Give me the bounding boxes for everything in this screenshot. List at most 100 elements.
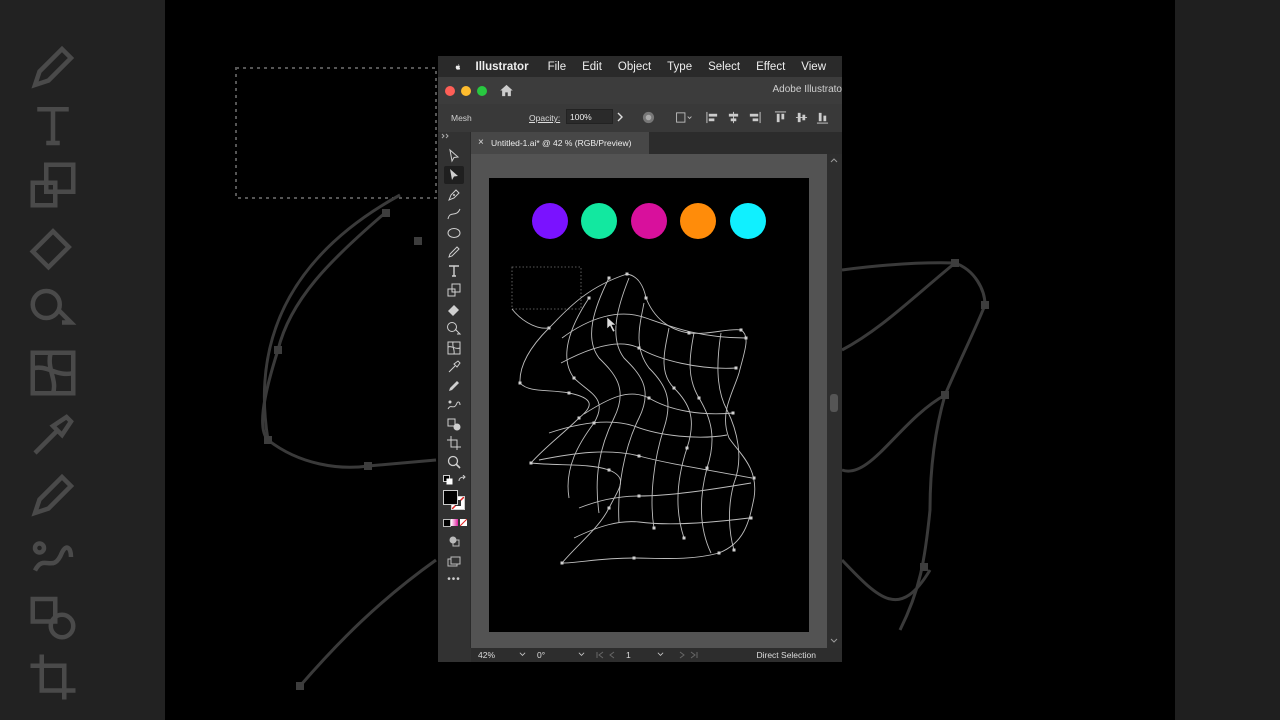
pencil-icon — [22, 40, 84, 94]
menu-type[interactable]: Type — [667, 61, 692, 73]
eyedropper-icon — [22, 408, 84, 462]
draw-mode-icon[interactable] — [448, 535, 460, 547]
artboard[interactable] — [489, 178, 809, 632]
cyan-circle[interactable] — [730, 203, 766, 239]
more-tools-button[interactable]: ••• — [438, 574, 470, 585]
align-right-icon[interactable] — [748, 111, 761, 124]
screen-mode-icon[interactable] — [447, 556, 461, 568]
pencil-tool[interactable] — [446, 244, 462, 260]
scale-icon — [22, 158, 84, 212]
menu-view[interactable]: View — [801, 61, 826, 73]
selection-mode-label: Mesh — [451, 113, 472, 123]
close-window-button[interactable] — [445, 86, 455, 96]
mesh-anchor-points[interactable] — [518, 272, 756, 565]
canvas-area[interactable] — [471, 154, 827, 648]
orange-circle[interactable] — [680, 203, 716, 239]
type-icon — [22, 98, 84, 152]
artwork[interactable] — [489, 178, 809, 632]
scale-tool[interactable] — [446, 282, 462, 298]
green-circle[interactable] — [581, 203, 617, 239]
zoom-dropdown-icon[interactable] — [519, 651, 526, 658]
eyedropper-tool[interactable] — [446, 359, 462, 375]
vertical-scrollbar[interactable] — [827, 154, 842, 648]
fill-stroke-swatch[interactable] — [443, 490, 465, 510]
direct-selection-tool[interactable] — [446, 148, 462, 164]
align-to-icon[interactable] — [675, 111, 693, 124]
menu-bar: Illustrator File Edit Object Type Select… — [438, 56, 842, 77]
rotation-dropdown-icon[interactable] — [578, 651, 585, 658]
color-mode-color[interactable] — [443, 519, 451, 527]
color-mode-none[interactable] — [460, 519, 467, 526]
background-tool-icons — [0, 0, 110, 720]
status-bar: 42% 0° 1 Direct Selection — [471, 648, 842, 662]
color-mode-buttons — [443, 519, 467, 527]
swap-fill-stroke-icon[interactable] — [457, 475, 467, 485]
home-icon[interactable] — [499, 83, 514, 98]
current-tool-name[interactable]: Direct Selection — [756, 650, 816, 660]
menu-app-name[interactable]: Illustrator — [476, 61, 529, 73]
close-tab-button[interactable]: × — [478, 137, 484, 148]
shape-builder-tool[interactable] — [446, 320, 462, 336]
menu-select[interactable]: Select — [708, 61, 740, 73]
tools-panel: ••• — [438, 132, 471, 648]
collapse-panel-icon[interactable] — [441, 133, 449, 139]
shape-builder-icon — [22, 282, 84, 336]
minimize-window-button[interactable] — [461, 86, 471, 96]
window-title: Adobe Illustrato — [772, 84, 843, 95]
control-bar: Mesh Opacity: 100% — [438, 104, 842, 133]
document-tab-title[interactable]: Untitled-1.ai* @ 42 % (RGB/Preview) — [491, 138, 631, 148]
artboard-icon — [22, 650, 84, 704]
window-titlebar: Adobe Illustrato — [438, 77, 842, 104]
fill-swatch[interactable] — [443, 490, 458, 505]
mouse-cursor-icon — [606, 316, 617, 333]
opacity-label[interactable]: Opacity: — [529, 113, 560, 123]
artboard-tool[interactable] — [446, 435, 462, 451]
next-last-artboard-icon[interactable] — [672, 651, 698, 659]
chevron-right-icon[interactable] — [616, 112, 624, 122]
zoom-level[interactable]: 42% — [478, 650, 495, 660]
group-selection-tool[interactable] — [444, 166, 464, 184]
zoom-window-button[interactable] — [477, 86, 487, 96]
envelope-mesh[interactable] — [511, 273, 756, 564]
eraser-icon — [22, 220, 84, 274]
mesh-tool[interactable] — [446, 340, 462, 356]
opacity-field[interactable]: 100% — [566, 109, 613, 124]
curvature-tool[interactable] — [446, 206, 462, 222]
puppet-warp-icon — [22, 530, 84, 584]
scrollbar-thumb[interactable] — [830, 394, 838, 412]
menu-file[interactable]: File — [548, 61, 567, 73]
menu-effect[interactable]: Effect — [756, 61, 785, 73]
ellipse-tool[interactable] — [446, 225, 462, 241]
first-prev-artboard-icon[interactable] — [596, 651, 622, 659]
illustrator-window: Illustrator File Edit Object Type Select… — [438, 56, 842, 662]
apple-icon[interactable] — [455, 60, 462, 74]
marquee-selection — [511, 266, 582, 310]
align-middle-icon[interactable] — [795, 111, 808, 124]
scroll-up-icon[interactable] — [830, 157, 838, 163]
pen-tool[interactable] — [446, 187, 462, 203]
align-left-icon[interactable] — [706, 111, 719, 124]
recolor-artwork-icon[interactable] — [642, 111, 655, 124]
type-tool[interactable] — [446, 263, 462, 279]
scroll-down-icon[interactable] — [830, 638, 838, 644]
magenta-circle[interactable] — [631, 203, 667, 239]
document-tab[interactable]: × Untitled-1.ai* @ 42 % (RGB/Preview) — [471, 132, 649, 154]
purple-circle[interactable] — [532, 203, 568, 239]
rotation-angle[interactable]: 0° — [537, 650, 545, 660]
artboard-dropdown-icon[interactable] — [657, 651, 664, 658]
zoom-tool[interactable] — [446, 454, 462, 470]
align-bottom-icon[interactable] — [816, 111, 829, 124]
default-fill-stroke-icon[interactable] — [443, 475, 453, 485]
puppet-warp-tool[interactable] — [446, 397, 462, 413]
paintbrush-tool[interactable] — [446, 378, 462, 394]
menu-object[interactable]: Object — [618, 61, 651, 73]
blend-icon — [22, 590, 84, 644]
align-top-icon[interactable] — [774, 111, 787, 124]
mesh-icon — [22, 346, 84, 400]
artboard-number[interactable]: 1 — [626, 650, 631, 660]
align-center-icon[interactable] — [727, 111, 740, 124]
eraser-tool[interactable] — [446, 301, 462, 317]
color-mode-gradient[interactable] — [451, 519, 458, 526]
menu-edit[interactable]: Edit — [582, 61, 602, 73]
blend-tool[interactable] — [446, 416, 462, 432]
